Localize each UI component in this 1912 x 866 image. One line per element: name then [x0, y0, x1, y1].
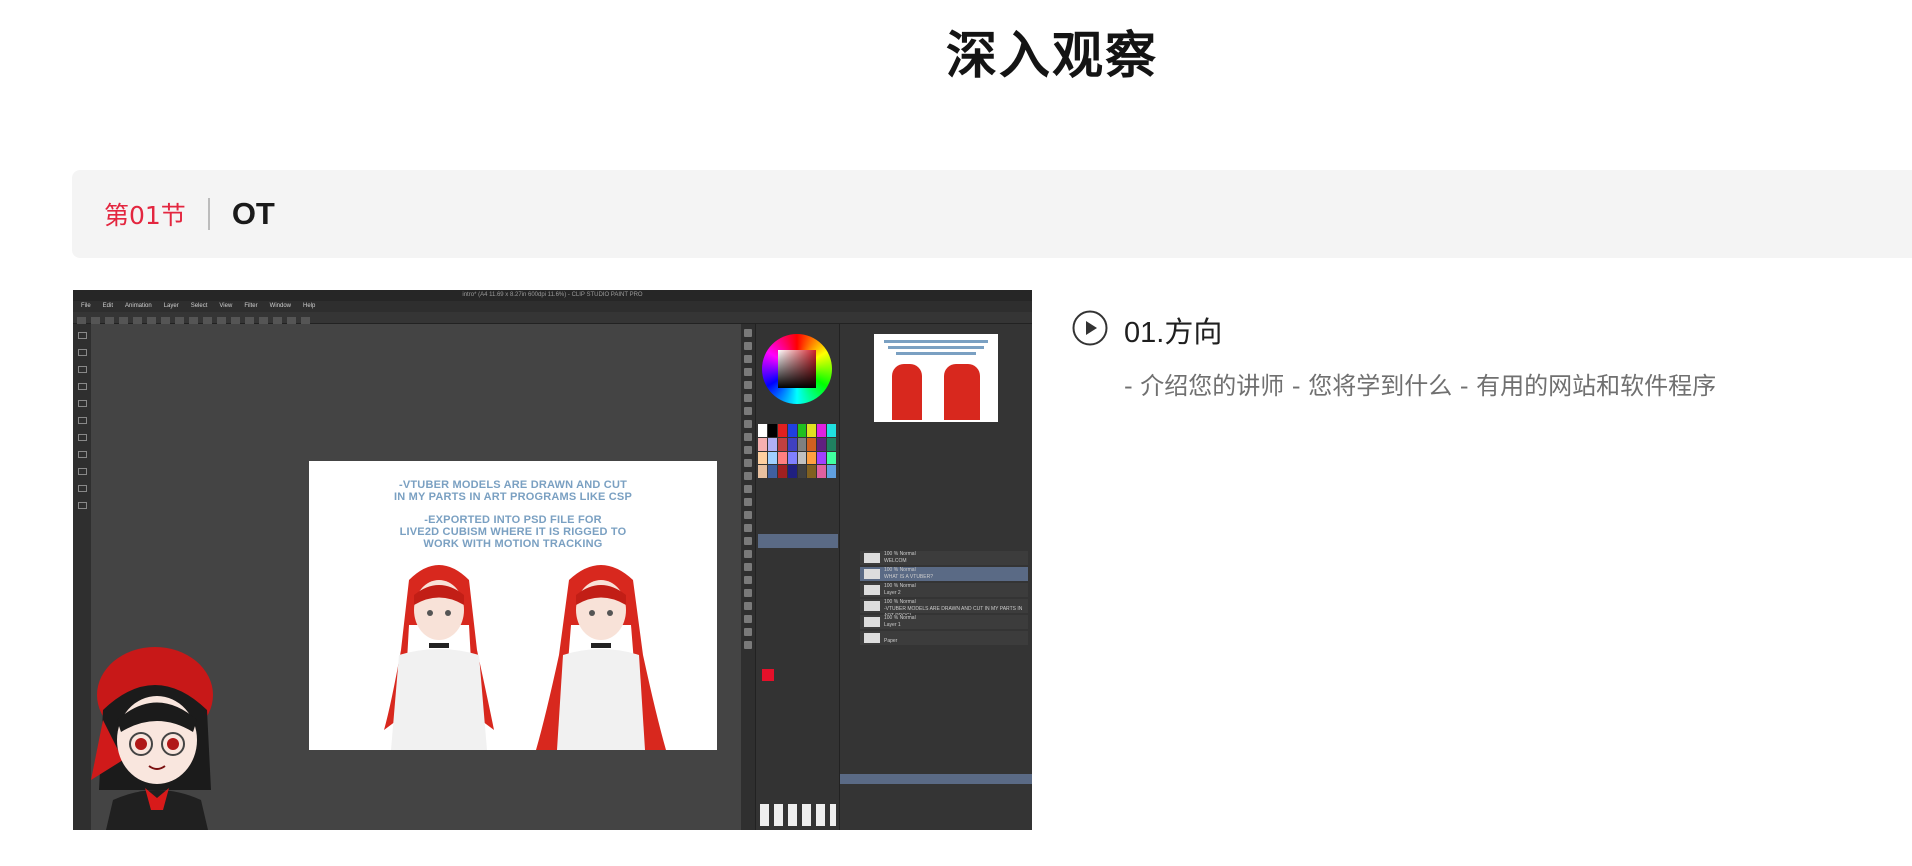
app-title-bar: intro* (A4 11.69 x 8.27in 600dpi 11.6%) …: [73, 290, 1032, 301]
menu-item: Animation: [125, 303, 152, 309]
layer-row: 100 % Normal -VTUBER MODELS ARE DRAWN AND…: [860, 599, 1028, 619]
layer-row: 100 % Normal Layer 1: [860, 615, 1028, 629]
doc-text-line: -VTUBER MODELS ARE DRAWN AND CUT: [398, 479, 628, 491]
menu-item: File: [81, 303, 91, 309]
history-selected: [840, 774, 1032, 784]
brush-size-dots: [760, 804, 836, 826]
layer-row: 100 % Normal WELCOM: [860, 551, 1028, 565]
lesson-title[interactable]: 01.方向: [1124, 309, 1222, 351]
menu-item: Filter: [244, 303, 258, 309]
section-number: 第01节: [104, 201, 186, 230]
video-thumbnail[interactable]: intro* (A4 11.69 x 8.27in 600dpi 11.6%) …: [73, 290, 1032, 830]
tool-bar: [741, 324, 755, 830]
page-title: 深入观察: [945, 27, 1158, 86]
main-color-swatch: [762, 669, 774, 681]
doc-text-line: WORK WITH MOTION TRACKING: [423, 538, 603, 550]
color-swatches: [758, 424, 836, 478]
color-wheel-icon: [762, 334, 832, 404]
lesson-description: - 介绍您的讲师 - 您将学到什么 - 有用的网站和软件程序: [1124, 372, 1717, 400]
layer-row: Paper: [860, 631, 1028, 645]
character-illustration-right: [536, 565, 666, 750]
layer-panel: 100 % Normal WELCOM 100 % Normal WHAT IS A…: [839, 324, 1032, 830]
subtool-selected: [758, 534, 838, 548]
menu-item: Layer: [163, 303, 179, 309]
menu-item: Edit: [102, 303, 114, 309]
color-panel: [755, 324, 839, 830]
play-circle-icon[interactable]: [1072, 310, 1108, 346]
app-toolbar: [73, 312, 1032, 325]
navigator-preview: [874, 334, 998, 422]
menu-item: Help: [303, 303, 316, 309]
doc-text-line: IN MY PARTS IN ART PROGRAMS LIKE CSP: [393, 491, 632, 503]
layer-row: 100 % Normal WHAT IS A VTUBER?: [860, 567, 1028, 581]
section-header[interactable]: 第01节 OT: [72, 170, 1912, 258]
menu-item: View: [219, 303, 233, 309]
section-name: OT: [231, 196, 275, 231]
streamer-avatar: [91, 647, 213, 830]
menu-item: Select: [190, 303, 208, 309]
app-menu-bar: File Edit Animation Layer Select View Fi…: [73, 301, 1032, 312]
doc-text-line: LIVE2D CUBISM WHERE IT IS RIGGED TO: [399, 526, 627, 538]
document-page: -VTUBER MODELS ARE DRAWN AND CUT IN MY P…: [309, 461, 717, 750]
doc-text-line: -EXPORTED INTO PSD FILE FOR: [424, 514, 602, 526]
menu-item: Window: [269, 303, 291, 309]
character-illustration-left: [384, 565, 494, 750]
course-page: 深入观察 第01节 OT intro* (A4 11.69 x 8.27in 6…: [0, 0, 1912, 866]
layer-row: 100 % Normal Layer 2: [860, 583, 1028, 597]
section-divider: [207, 198, 210, 230]
